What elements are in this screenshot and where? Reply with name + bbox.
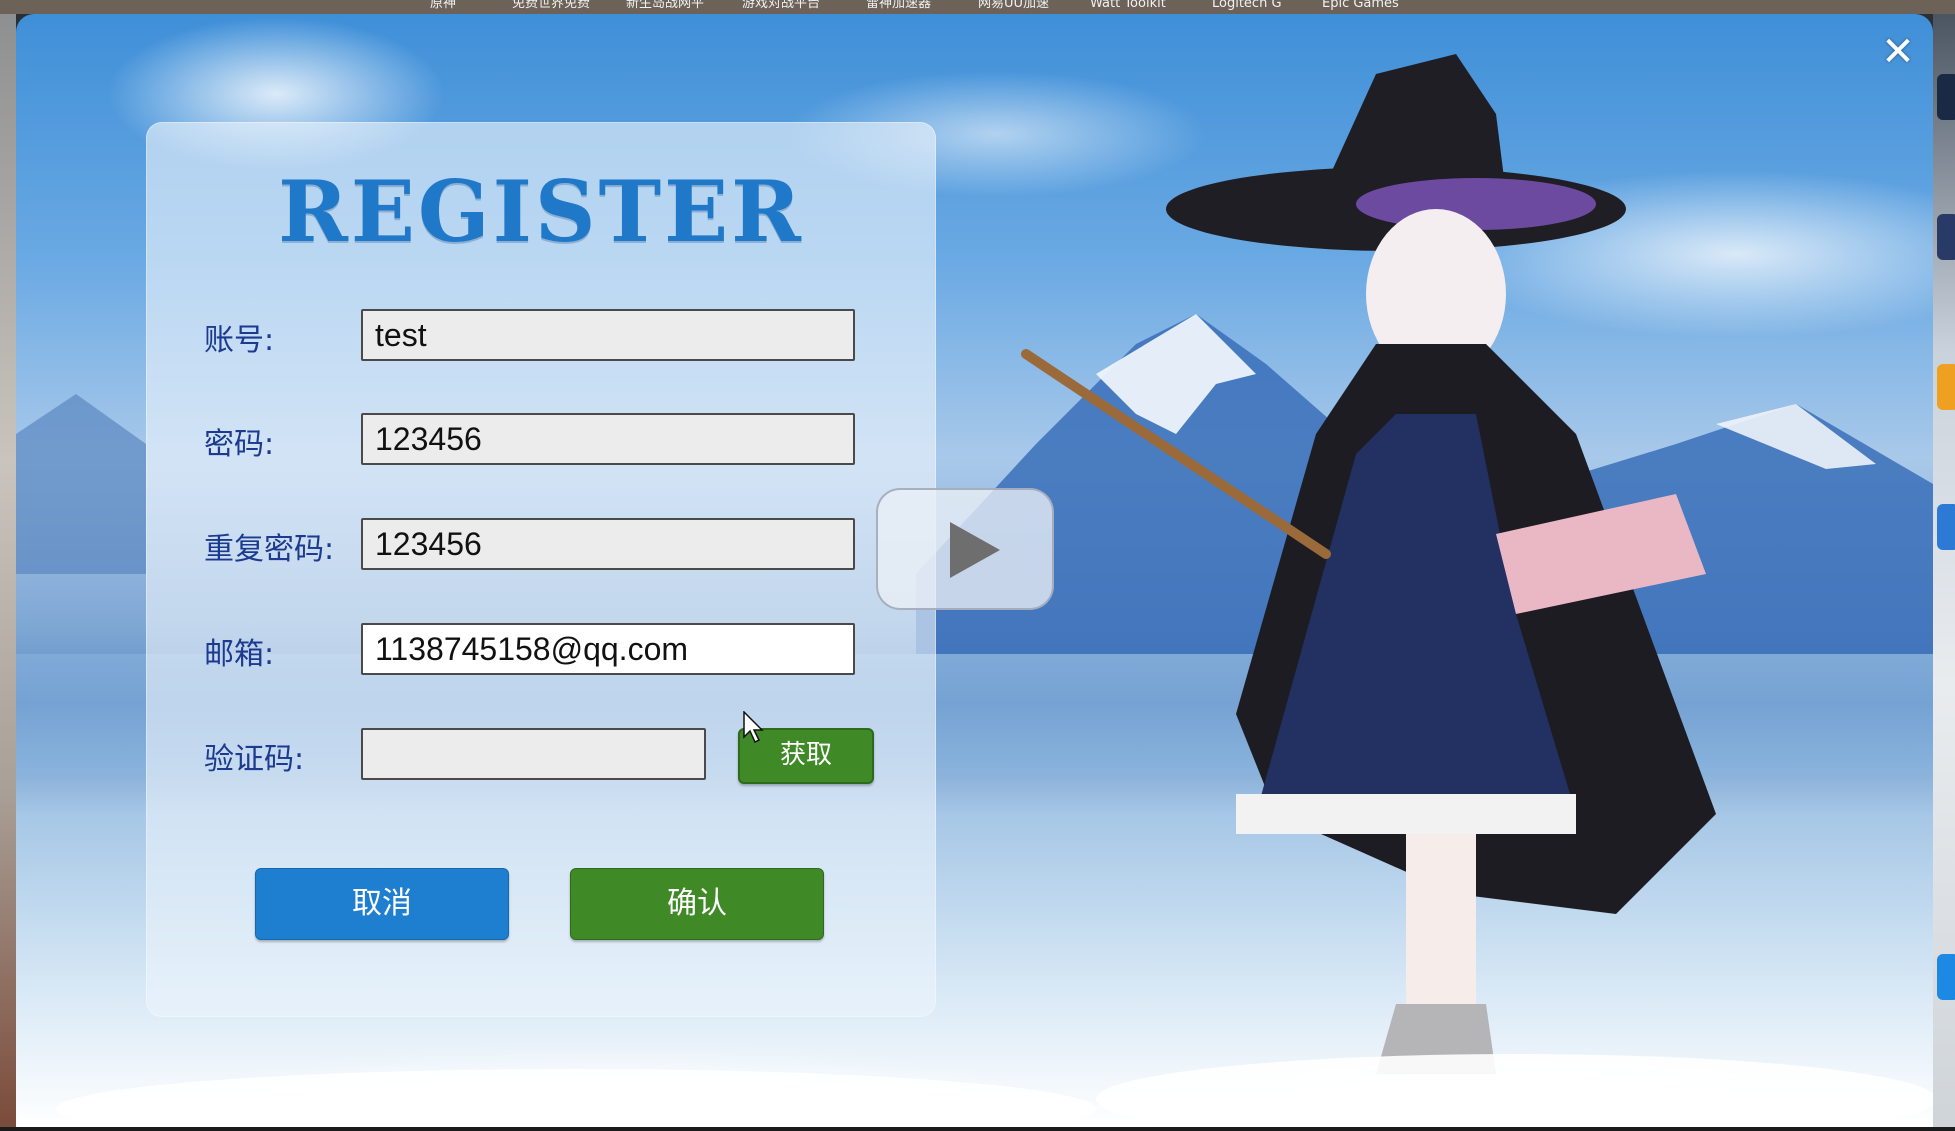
desktop-shortcut-icon[interactable] bbox=[1937, 504, 1955, 550]
register-form-panel: REGISTER 账号: 密码: 重复密码: 邮箱: 验证码: 获取 取消 确认 bbox=[146, 122, 936, 1017]
desktop-bottom-edge bbox=[0, 1127, 1955, 1131]
desktop-shortcut-icon[interactable] bbox=[1937, 364, 1955, 410]
desktop-shortcut-icon[interactable] bbox=[1937, 214, 1955, 260]
taskbar-item[interactable]: 网易UU加速 bbox=[978, 0, 1049, 10]
taskbar-item[interactable]: 原神 bbox=[430, 0, 456, 10]
taskbar-item[interactable]: Watt Toolkit bbox=[1090, 0, 1166, 10]
taskbar-item[interactable]: 雷神加速器 bbox=[866, 0, 931, 10]
close-icon: ✕ bbox=[1881, 29, 1915, 75]
email-input[interactable] bbox=[361, 623, 855, 675]
confirm-button[interactable]: 确认 bbox=[570, 868, 824, 940]
account-input[interactable] bbox=[361, 309, 855, 361]
taskbar-item[interactable]: Epic Games bbox=[1322, 0, 1399, 10]
repeat-password-label: 重复密码: bbox=[204, 532, 335, 567]
desktop-shortcut-icon[interactable] bbox=[1937, 954, 1955, 1000]
taskbar-item[interactable]: 新生岛战网平 bbox=[626, 0, 704, 10]
cancel-button[interactable]: 取消 bbox=[255, 868, 509, 940]
desktop-shortcut-icon[interactable] bbox=[1937, 74, 1955, 120]
play-button[interactable] bbox=[876, 488, 1054, 610]
password-label: 密码: bbox=[204, 427, 275, 462]
mouse-cursor-icon bbox=[743, 711, 764, 744]
repeat-password-input[interactable] bbox=[361, 518, 855, 570]
taskbar-item[interactable]: 免费世界免费 bbox=[512, 0, 590, 10]
email-label: 邮箱: bbox=[204, 637, 275, 672]
desktop-taskbar-strip: 原神 免费世界免费 新生岛战网平 游戏对战平台 雷神加速器 网易UU加速 Wat… bbox=[0, 0, 1955, 14]
page-title: REGISTER bbox=[278, 162, 804, 261]
desktop-right-edge bbox=[1933, 14, 1955, 1131]
account-label: 账号: bbox=[204, 323, 275, 358]
close-button[interactable]: ✕ bbox=[1878, 32, 1918, 72]
captcha-input[interactable] bbox=[361, 728, 706, 780]
register-window: ✕ REGISTER 账号: 密码: 重复密码: 邮箱: 验证码: 获取 取消 … bbox=[16, 14, 1933, 1127]
password-input[interactable] bbox=[361, 413, 855, 465]
play-icon bbox=[950, 522, 1000, 578]
taskbar-item[interactable]: 游戏对战平台 bbox=[742, 0, 820, 10]
taskbar-item[interactable]: Logitech G bbox=[1212, 0, 1282, 10]
desktop-left-edge bbox=[0, 14, 16, 1131]
captcha-label: 验证码: bbox=[204, 742, 305, 777]
